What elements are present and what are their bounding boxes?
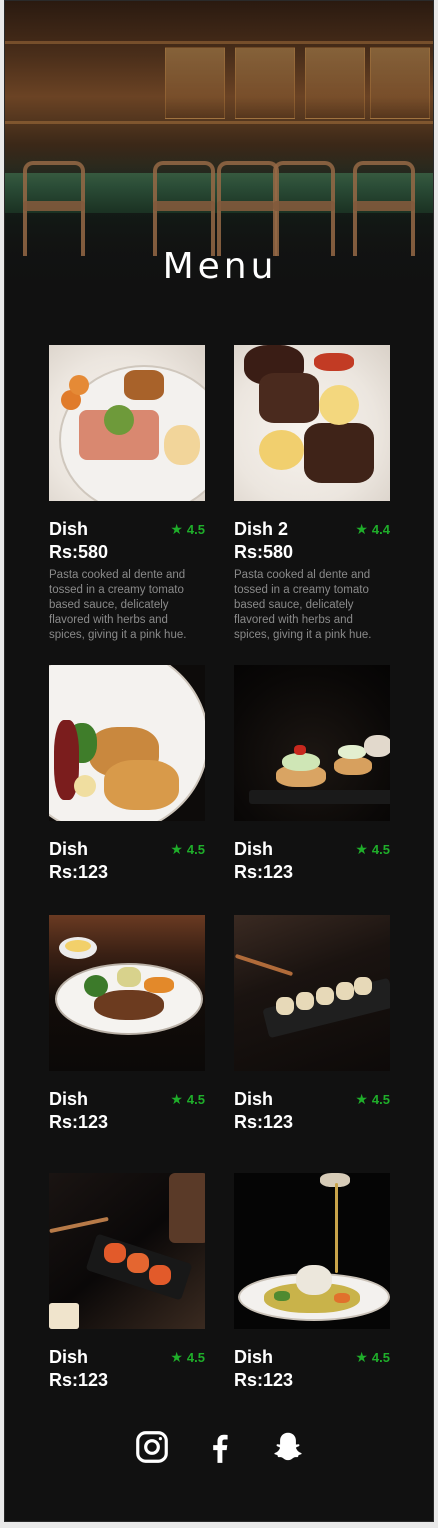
star-icon: ★: [170, 1349, 183, 1365]
dish-rating: ★ 4.5: [170, 1349, 205, 1365]
dish-photo-salmon: [49, 345, 205, 501]
star-icon: ★: [355, 1091, 368, 1107]
facebook-icon[interactable]: [201, 1428, 239, 1466]
dish-photo-canape: [234, 665, 390, 821]
dish-photo-steak: [234, 345, 390, 501]
dish-name: Dish: [49, 1347, 89, 1367]
menu-card[interactable]: Dish ★ 4.5 Rs:123: [49, 915, 209, 1133]
dish-price: Rs:123: [49, 862, 109, 882]
menu-page: Menu Dish ★ 4.5 Rs:580 Pasta cooked al de…: [4, 0, 434, 1522]
dish-name: Dish: [234, 839, 274, 859]
menu-card[interactable]: Dish ★ 4.5 Rs:123: [49, 665, 209, 883]
dish-price: Rs:123: [234, 1112, 294, 1132]
dish-name: Dish: [49, 519, 89, 539]
dish-rating: ★ 4.5: [355, 1091, 390, 1107]
dish-rating: ★ 4.5: [170, 841, 205, 857]
page-title: Menu: [162, 246, 278, 287]
dish-name: Dish: [49, 1089, 89, 1109]
dish-price: Rs:580: [234, 542, 294, 562]
dish-photo-sushi: [234, 915, 390, 1071]
star-icon: ★: [355, 841, 368, 857]
snapchat-icon[interactable]: [269, 1428, 307, 1466]
dish-photo-sushi-platter: [49, 1173, 205, 1329]
menu-card[interactable]: Dish ★ 4.5 Rs:123: [234, 915, 394, 1133]
instagram-icon[interactable]: [133, 1428, 171, 1466]
menu-card[interactable]: Dish ★ 4.5 Rs:580 Pasta cooked al dente a…: [49, 345, 209, 643]
dish-name: Dish: [234, 1347, 274, 1367]
social-links: [5, 1425, 433, 1469]
dish-name: Dish 2: [234, 519, 289, 539]
dish-name: Dish: [49, 839, 89, 859]
dish-photo-chicken: [49, 665, 205, 821]
dish-name: Dish: [234, 1089, 274, 1109]
menu-card[interactable]: Dish 2 ★ 4.4 Rs:580 Pasta cooked al dente…: [234, 345, 394, 643]
dish-price: Rs:123: [49, 1370, 109, 1390]
star-icon: ★: [355, 521, 368, 537]
dish-photo-steak-sauce: [49, 915, 205, 1071]
dish-rating: ★ 4.5: [355, 841, 390, 857]
dish-description: Pasta cooked al dente and tossed in a cr…: [234, 569, 372, 641]
dish-rating: ★ 4.4: [355, 521, 390, 537]
menu-card[interactable]: Dish ★ 4.5 Rs:123: [234, 1173, 394, 1391]
dish-rating: ★ 4.5: [170, 521, 205, 537]
dish-rating: ★ 4.5: [170, 1091, 205, 1107]
menu-card[interactable]: Dish ★ 4.5 Rs:123: [234, 665, 394, 883]
dish-price: Rs:580: [49, 542, 109, 562]
dish-price: Rs:123: [234, 1370, 294, 1390]
dish-rating: ★ 4.5: [355, 1349, 390, 1365]
star-icon: ★: [355, 1349, 368, 1365]
hero-banner: Menu: [5, 1, 433, 301]
star-icon: ★: [170, 521, 183, 537]
dish-photo-risotto: [234, 1173, 390, 1329]
menu-card[interactable]: Dish ★ 4.5 Rs:123: [49, 1173, 209, 1391]
dish-description: Pasta cooked al dente and tossed in a cr…: [49, 569, 187, 641]
dish-price: Rs:123: [234, 862, 294, 882]
star-icon: ★: [170, 841, 183, 857]
dish-price: Rs:123: [49, 1112, 109, 1132]
star-icon: ★: [170, 1091, 183, 1107]
